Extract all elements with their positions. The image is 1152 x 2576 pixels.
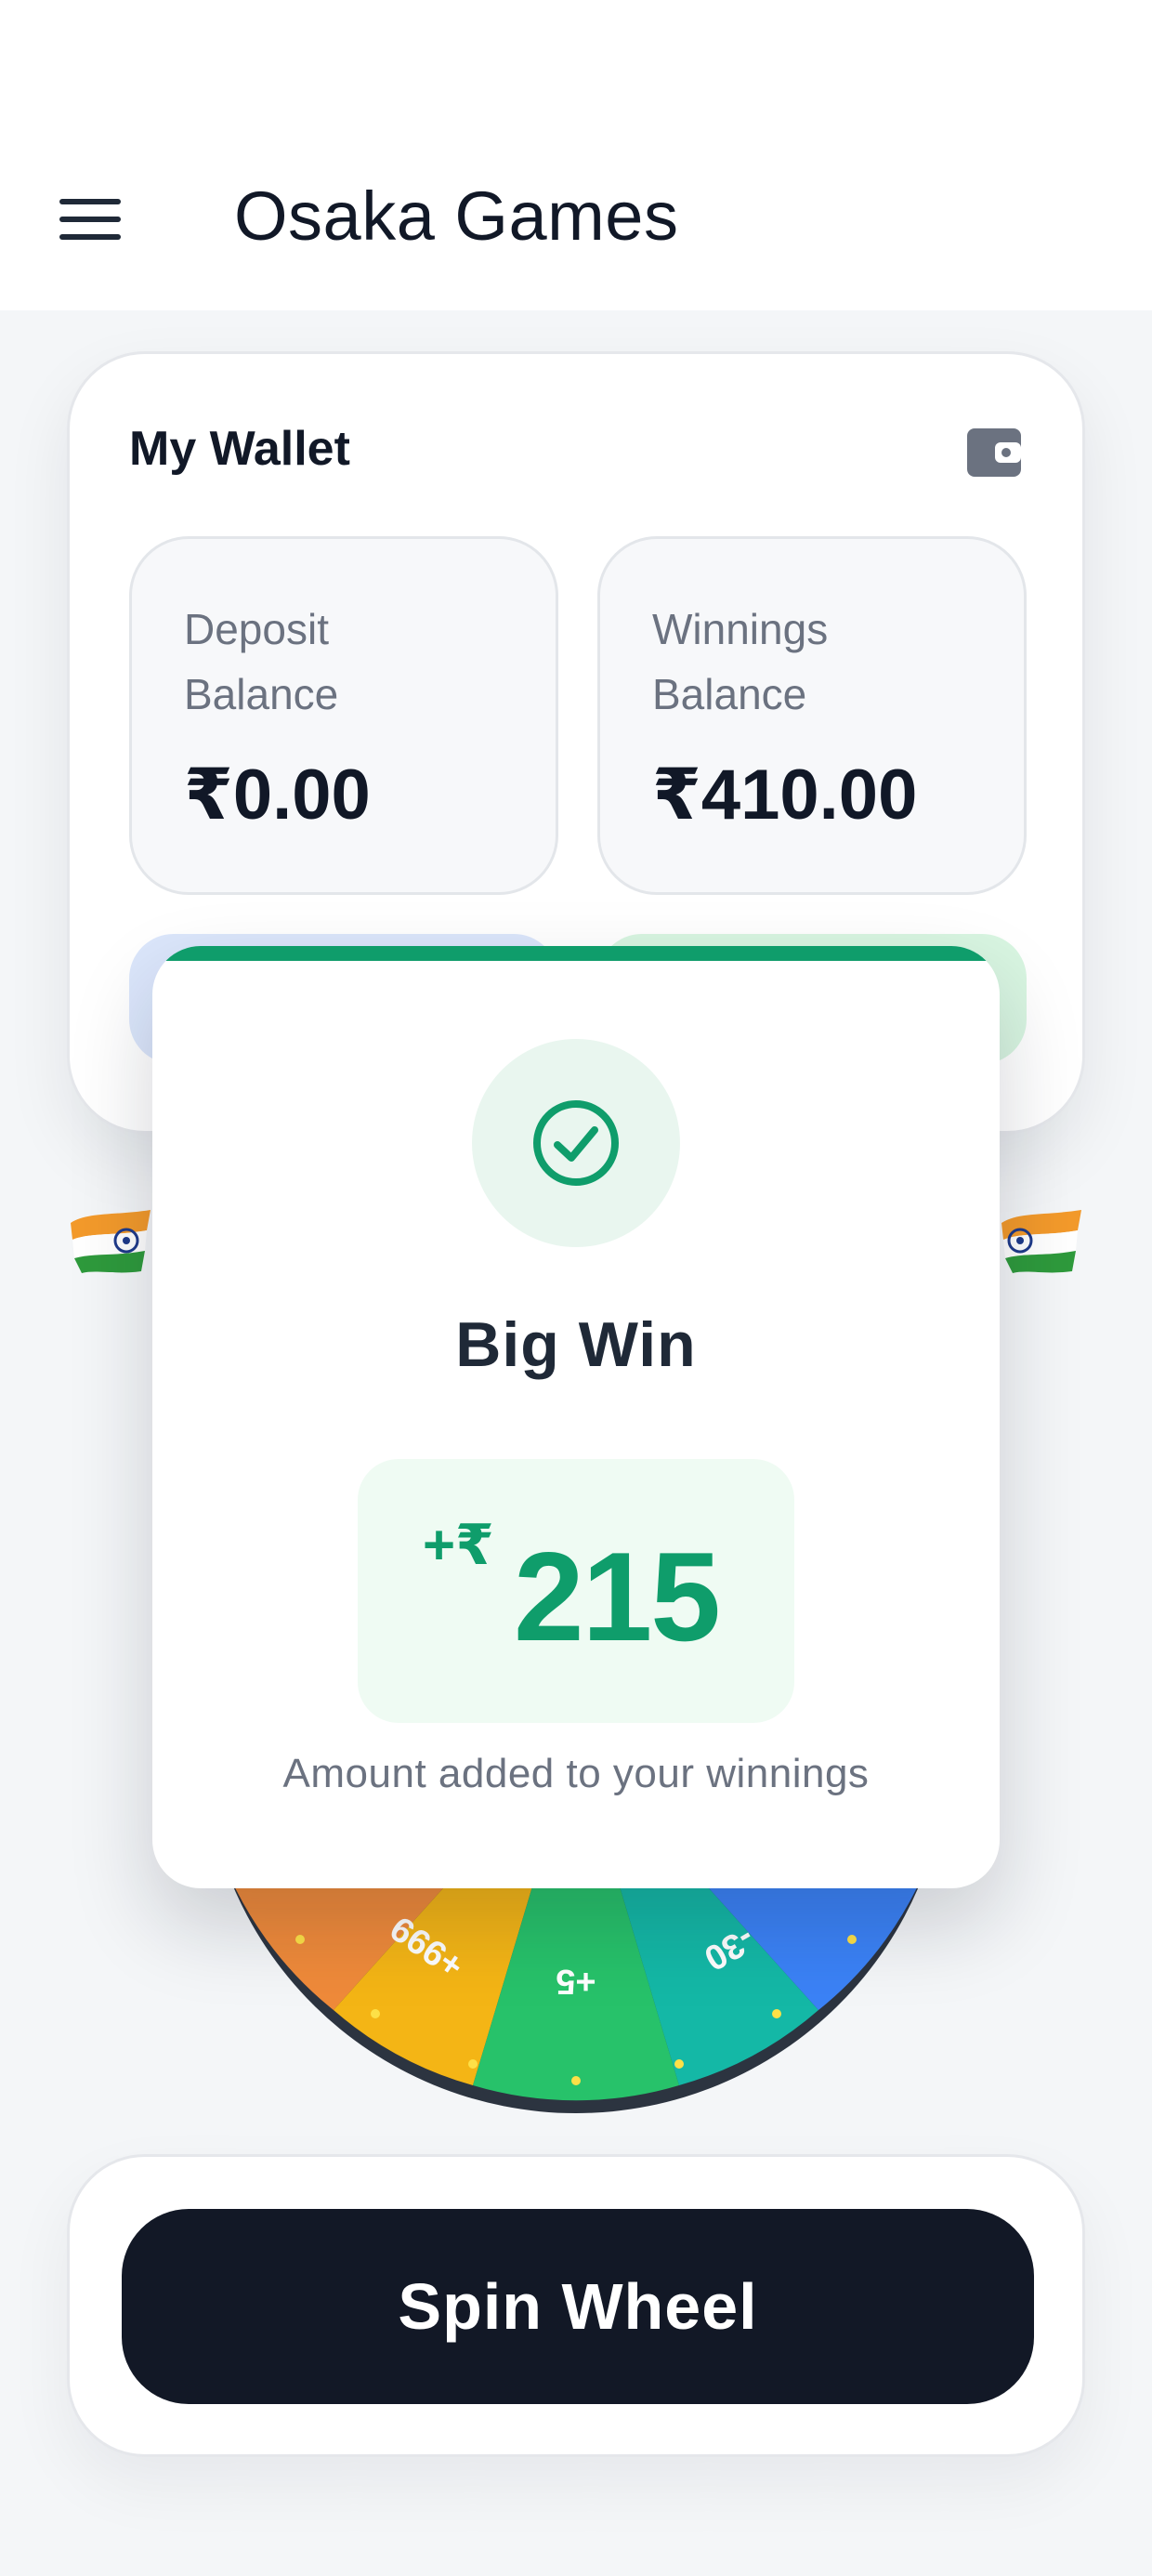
success-badge (472, 1039, 680, 1247)
app-header: Osaka Games (0, 0, 1152, 310)
wallet-icon (967, 428, 1021, 477)
win-amount-value: 215 (514, 1526, 721, 1667)
app-title: Osaka Games (234, 177, 679, 255)
hamburger-menu-icon[interactable] (59, 199, 121, 240)
winnings-balance-box: Winnings Balance ₹410.00 (597, 536, 1027, 895)
wheel-label-plus5: +5 (556, 1962, 596, 2001)
spin-wheel-button[interactable]: Spin Wheel (122, 2209, 1034, 2404)
dialog-note: Amount added to your winnings (282, 1751, 870, 1796)
wallet-title: My Wallet (129, 422, 350, 476)
dialog-title: Big Win (455, 1309, 697, 1380)
check-circle-icon (533, 1100, 619, 1186)
deposit-balance-box: Deposit Balance ₹0.00 (129, 536, 558, 895)
dialog-accent-bar (152, 946, 1000, 961)
spin-action-card: Spin Wheel (67, 2154, 1085, 2457)
win-amount-prefix: +₹ (423, 1514, 494, 1576)
deposit-balance-label: Deposit Balance (184, 605, 339, 718)
deposit-balance-value: ₹0.00 (184, 756, 371, 835)
win-amount-box: +₹ 215 (358, 1459, 794, 1723)
india-flag-icon (71, 1210, 151, 1273)
india-flag-icon (1001, 1210, 1081, 1273)
winnings-balance-label: Winnings Balance (652, 605, 829, 718)
big-win-dialog: Big Win +₹ 215 Amount added to your winn… (152, 946, 1000, 1888)
winnings-balance-value: ₹410.00 (652, 756, 918, 835)
